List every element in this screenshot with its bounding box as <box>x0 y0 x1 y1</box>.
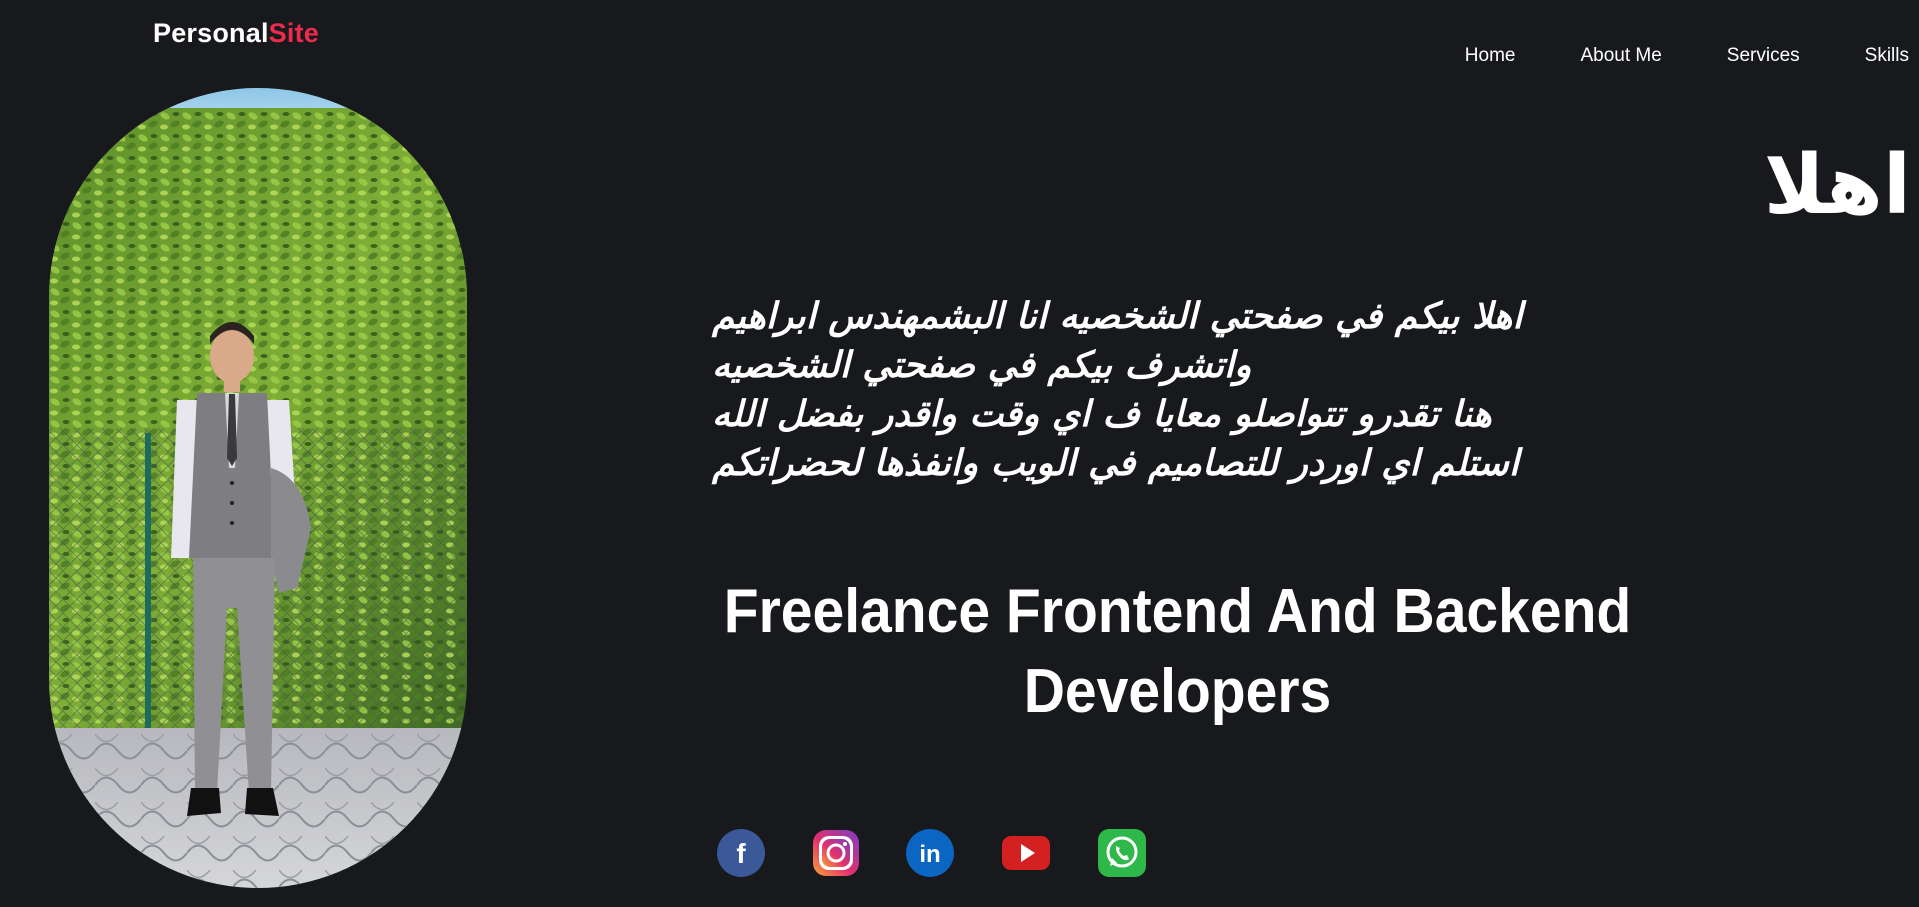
intro-line-2: واتشرف بيكم في صفحتي الشخصيه <box>712 345 1252 386</box>
logo-text-site: Site <box>268 18 319 48</box>
instagram-icon[interactable] <box>811 828 861 878</box>
svg-text:in: in <box>919 841 940 868</box>
nav-services-link[interactable]: Services <box>1727 45 1800 67</box>
nav-home-link[interactable]: Home <box>1465 45 1516 67</box>
nav-skills-link[interactable]: Skills <box>1865 45 1909 67</box>
linkedin-icon[interactable]: in <box>905 828 955 878</box>
facebook-icon[interactable]: f <box>716 828 766 878</box>
intro-line-1: اهلا بيكم في صفحتي الشخصيه انا البشمهندس… <box>712 296 1523 337</box>
logo-text-personal: Personal <box>153 18 269 48</box>
profile-photo <box>49 88 467 888</box>
youtube-icon[interactable] <box>1001 828 1051 878</box>
main-nav: Home About Me Services Skills <box>1400 45 1909 67</box>
profile-photo-illustration <box>49 88 467 888</box>
site-logo[interactable]: PersonalSite <box>153 18 319 49</box>
tagline-line-2: Developers <box>1023 657 1332 726</box>
nav-about-link[interactable]: About Me <box>1580 45 1661 67</box>
intro-line-4: استلم اي اوردر للتصاميم في الويب وانفذها… <box>712 443 1519 484</box>
intro-text: اهلا بيكم في صفحتي الشخصيه انا البشمهندس… <box>712 292 1762 488</box>
intro-line-3: هنا تقدرو تتواصلو معايا ف اي وقت واقدر ب… <box>712 394 1492 435</box>
page: PersonalSite Home About Me Services Skil… <box>0 0 1919 907</box>
tagline: Freelance Frontend And Backend Developer… <box>683 572 1672 732</box>
whatsapp-icon[interactable] <box>1097 828 1147 878</box>
tagline-line-1: Freelance Frontend And Backend <box>723 577 1632 646</box>
svg-text:f: f <box>736 838 746 869</box>
hello-heading: اهلا <box>1763 138 1911 233</box>
